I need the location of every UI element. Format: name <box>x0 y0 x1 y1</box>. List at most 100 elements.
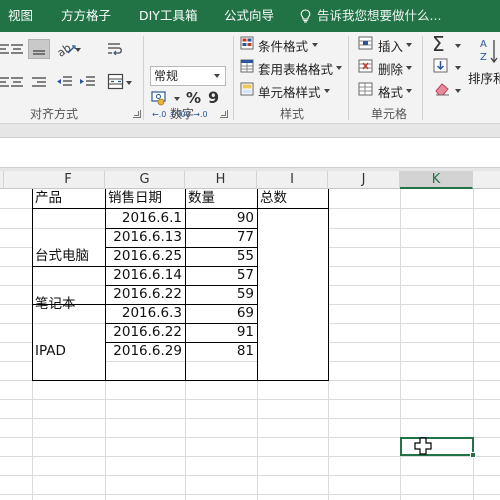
header-cell-total[interactable]: 总数 <box>257 189 328 208</box>
date-cell[interactable]: 2016.6.13 <box>105 228 185 247</box>
qty-cell[interactable]: 77 <box>185 228 257 247</box>
gridline <box>0 456 500 457</box>
qty-cell[interactable]: 57 <box>185 266 257 285</box>
tab-formula-wizard[interactable]: 公式向导 <box>224 0 274 32</box>
qty-cell[interactable]: 59 <box>185 285 257 304</box>
tell-me-search[interactable]: 告诉我您想要做什么... <box>317 0 441 32</box>
qty-cell[interactable]: 69 <box>185 304 257 323</box>
product-cell[interactable]: 台式电脑 <box>32 228 105 285</box>
svg-text:A: A <box>480 39 487 50</box>
column-header-h[interactable]: H <box>185 171 257 189</box>
date-cell[interactable]: 2016.6.1 <box>105 209 185 228</box>
format-caret[interactable] <box>406 89 412 93</box>
align-middle-icon[interactable] <box>10 43 24 55</box>
wrap-text-icon[interactable] <box>106 41 124 57</box>
alignment-dialog-launcher[interactable] <box>133 110 141 118</box>
column-header-l[interactable] <box>473 171 500 189</box>
merge-center-icon[interactable] <box>107 73 125 91</box>
date-cell[interactable]: 2016.6.22 <box>105 323 185 342</box>
gridline <box>0 399 500 400</box>
formula-bar[interactable] <box>0 138 500 168</box>
align-bottom-icon <box>33 50 45 55</box>
number-dialog-launcher[interactable] <box>220 110 228 118</box>
conditional-format-label[interactable]: 条件格式 <box>258 36 308 55</box>
currency-dropdown-caret[interactable] <box>174 97 180 101</box>
header-cell-qty[interactable]: 数量 <box>185 189 257 208</box>
number-format-dropdown[interactable]: 常规 <box>150 66 226 86</box>
product-cell[interactable]: IPAD <box>32 323 105 380</box>
increase-indent-icon[interactable] <box>78 75 96 89</box>
sort-filter-label[interactable]: 排序和 <box>468 68 500 87</box>
header-cell-product[interactable]: 产品 <box>32 189 105 208</box>
date-cell[interactable]: 2016.6.22 <box>105 285 185 304</box>
tab-fangfangegezi[interactable]: 方方格子 <box>61 0 111 32</box>
column-header-k[interactable]: K <box>400 171 473 189</box>
insert-label[interactable]: 插入 <box>378 36 403 55</box>
svg-text:ab: ab <box>56 41 74 57</box>
sort-filter-icon[interactable]: A Z <box>478 36 500 66</box>
gridline <box>0 475 500 476</box>
merge-dropdown-caret[interactable] <box>126 81 132 85</box>
cells-group-label: 单元格 <box>371 107 408 121</box>
align-bottom-button[interactable] <box>28 39 50 59</box>
cell-styles-caret[interactable] <box>324 89 330 93</box>
clear-caret[interactable] <box>455 89 461 93</box>
qty-cell[interactable]: 90 <box>185 209 257 228</box>
table-border <box>257 189 258 380</box>
fill-handle[interactable] <box>470 452 476 458</box>
table-format-caret[interactable] <box>336 66 342 70</box>
table-format-icon[interactable] <box>240 59 255 74</box>
date-cell[interactable]: 2016.6.25 <box>105 247 185 266</box>
qty-cell[interactable]: 81 <box>185 342 257 361</box>
group-separator <box>233 36 234 120</box>
cell-styles-label[interactable]: 单元格样式 <box>258 82 321 101</box>
delete-caret[interactable] <box>406 66 412 70</box>
table-border <box>32 380 329 381</box>
insert-caret[interactable] <box>406 43 412 47</box>
delete-icon[interactable] <box>358 59 374 74</box>
align-left-2-icon[interactable] <box>0 76 10 88</box>
date-cell[interactable]: 2016.6.3 <box>105 304 185 323</box>
lightbulb-icon <box>300 9 311 23</box>
column-header-f[interactable]: F <box>32 171 105 189</box>
header-cell-date[interactable]: 销售日期 <box>105 189 185 208</box>
cell-styles-icon[interactable] <box>240 82 255 97</box>
orientation-dropdown-caret[interactable] <box>75 48 81 52</box>
clear-icon[interactable] <box>433 82 451 96</box>
table-border <box>105 323 257 324</box>
column-header-i[interactable]: I <box>257 171 328 189</box>
column-header-row: E F G H I J K <box>0 171 500 189</box>
qty-cell[interactable]: 55 <box>185 247 257 266</box>
number-format-value: 常规 <box>154 69 179 83</box>
column-header-g[interactable]: G <box>105 171 185 189</box>
fill-icon[interactable] <box>433 58 449 74</box>
align-right-icon[interactable] <box>31 76 47 88</box>
date-cell[interactable]: 2016.6.29 <box>105 342 185 361</box>
conditional-format-caret[interactable] <box>312 43 318 47</box>
date-cell[interactable]: 2016.6.14 <box>105 266 185 285</box>
align-left-icon[interactable] <box>0 43 10 55</box>
format-icon[interactable] <box>358 82 374 97</box>
active-cell-selection[interactable] <box>400 437 474 456</box>
format-label[interactable]: 格式 <box>378 82 403 101</box>
table-border <box>32 266 257 267</box>
tab-view[interactable]: 视图 <box>8 0 33 32</box>
qty-cell[interactable]: 91 <box>185 323 257 342</box>
column-header-e[interactable]: E <box>0 171 4 189</box>
column-header-j[interactable]: J <box>328 171 400 189</box>
conditional-format-icon[interactable] <box>240 36 255 51</box>
group-separator <box>348 36 349 120</box>
align-center-icon[interactable] <box>10 76 24 88</box>
decrease-indent-icon[interactable] <box>55 75 73 89</box>
autosum-caret[interactable] <box>455 44 461 48</box>
table-format-label[interactable]: 套用表格格式 <box>258 59 333 78</box>
comma-style-button[interactable]: 9 <box>208 88 219 107</box>
delete-label[interactable]: 删除 <box>378 59 403 78</box>
merged-cell-total[interactable] <box>258 209 328 380</box>
currency-icon[interactable] <box>151 90 173 106</box>
insert-icon[interactable] <box>358 36 374 51</box>
fill-caret[interactable] <box>455 66 461 70</box>
autosum-icon[interactable]: Σ <box>432 32 445 56</box>
tab-diy-toolbox[interactable]: DIY工具箱 <box>139 0 197 32</box>
alignment-group-label: 对齐方式 <box>30 107 79 121</box>
